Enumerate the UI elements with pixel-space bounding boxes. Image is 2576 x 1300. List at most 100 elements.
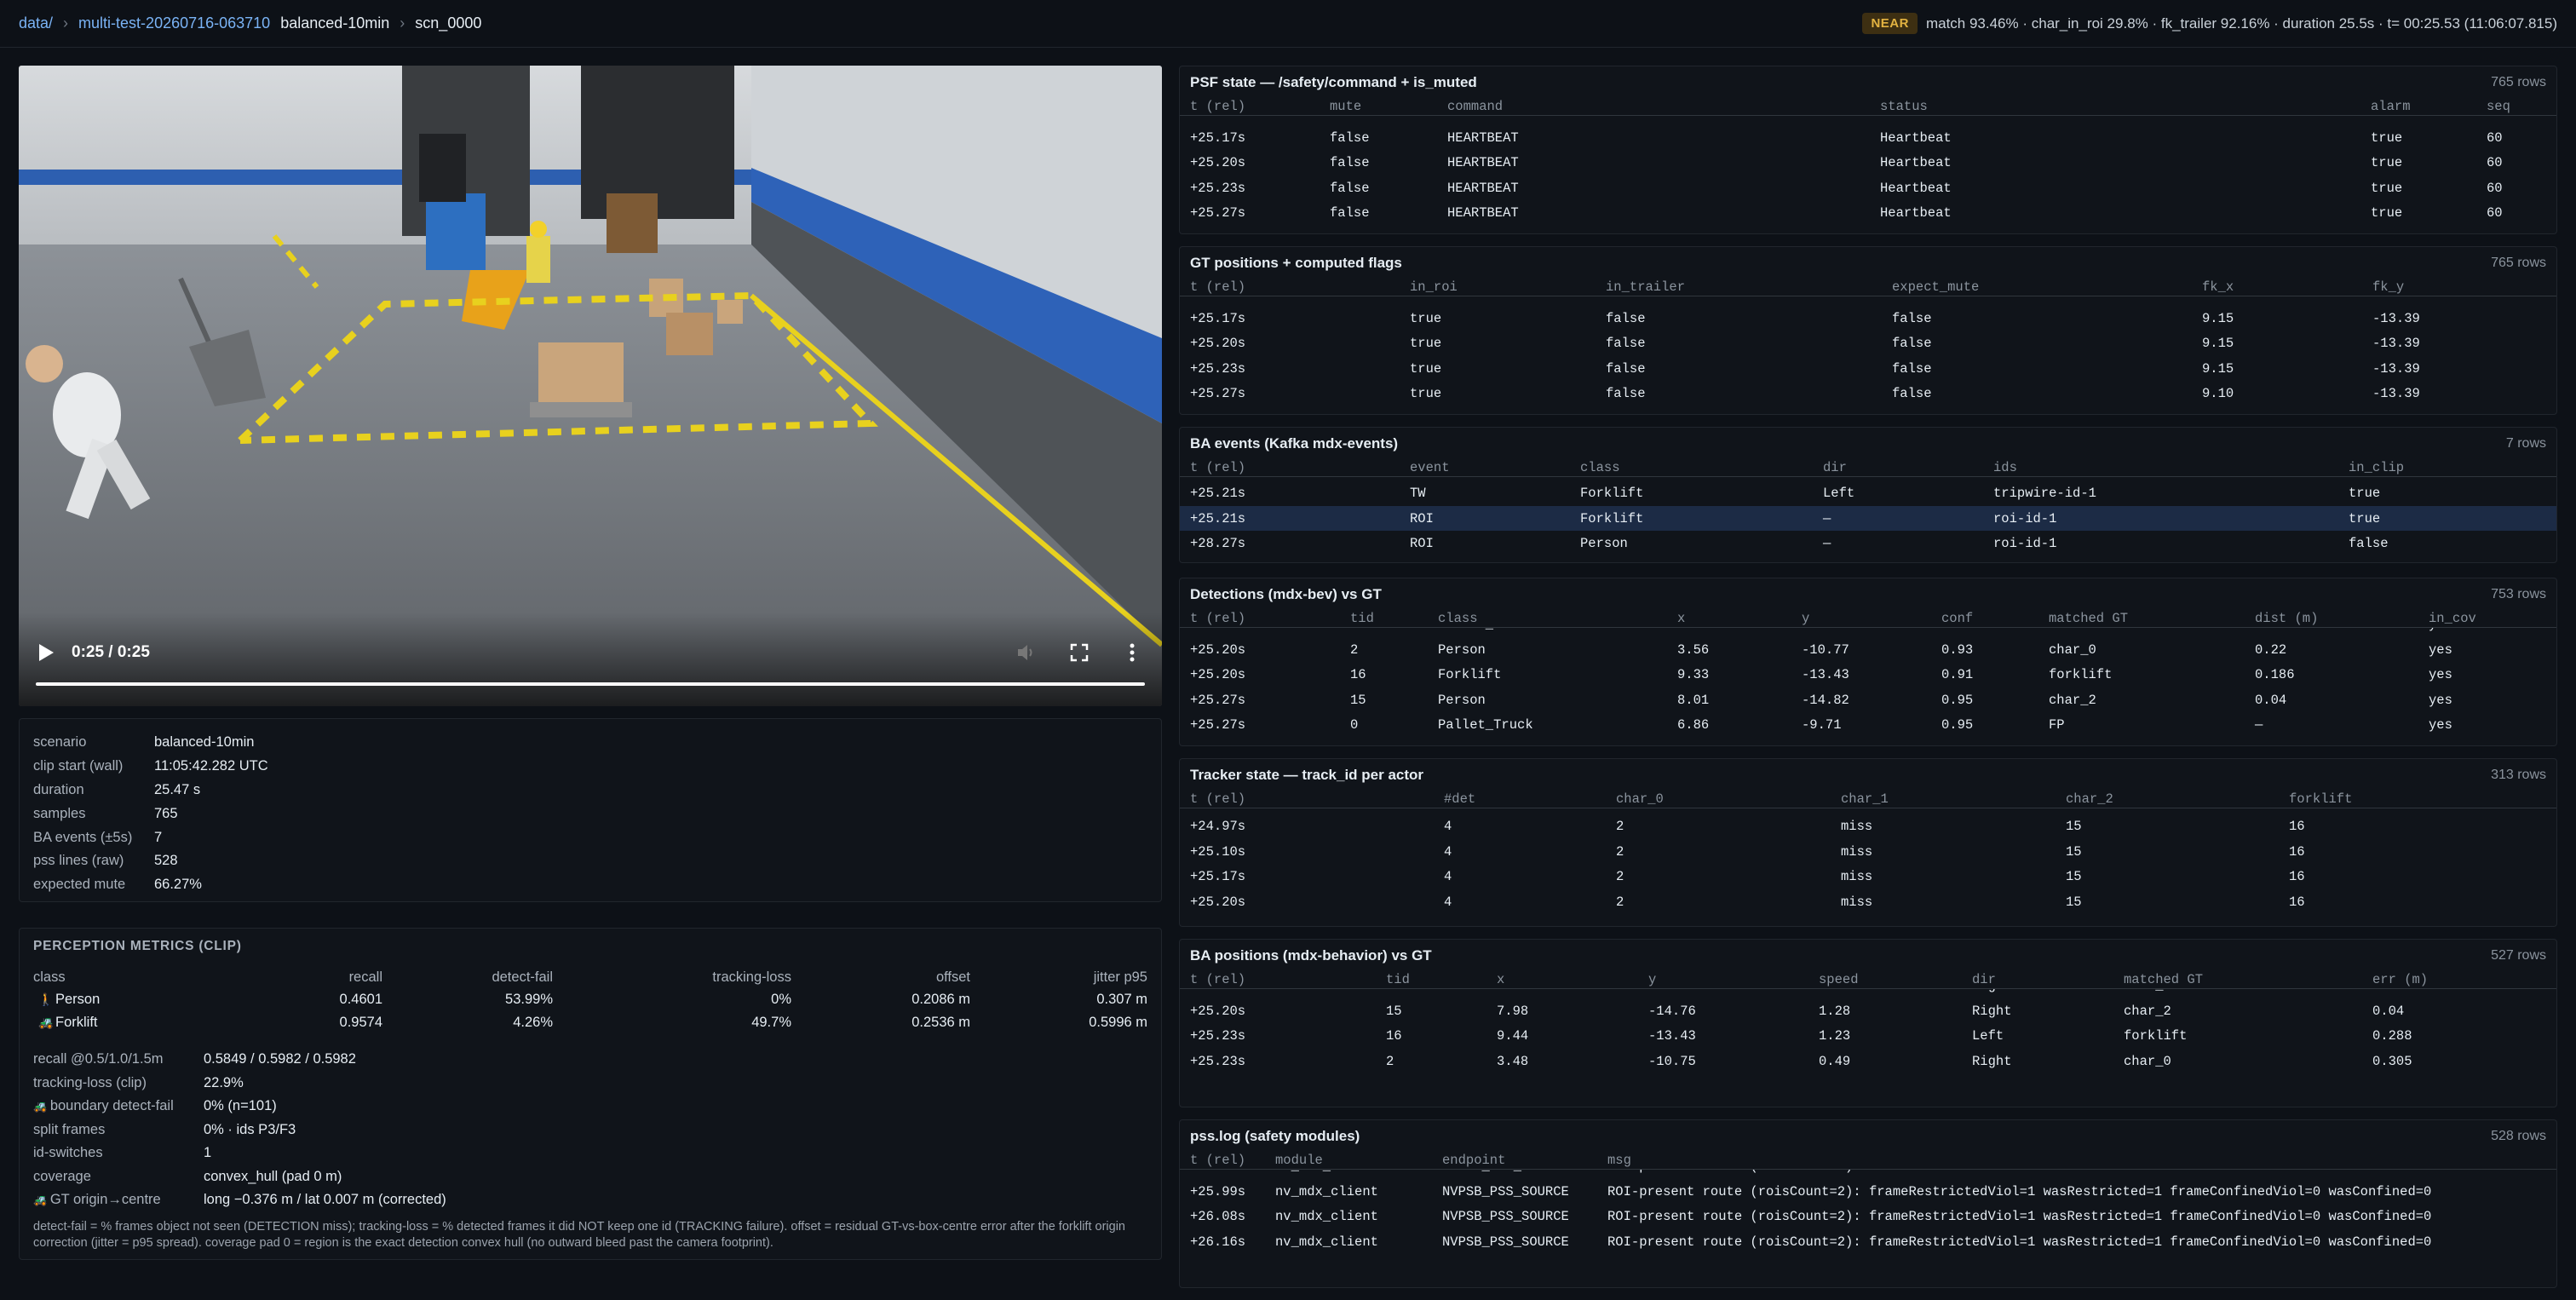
panel-det: Detections (mdx-bev) vs GT 753 rows t (rel… xyxy=(1179,578,2557,746)
table-row[interactable]: +25.17s false HEARTBEAT Heartbeat true 60 xyxy=(1180,125,2556,151)
fullscreen-icon[interactable] xyxy=(1068,641,1090,664)
table-cell: false xyxy=(1606,360,1646,377)
volume-icon[interactable] xyxy=(1015,641,1038,664)
perception-metric-key: coverage xyxy=(33,1165,204,1189)
table-cell: 60 xyxy=(2487,180,2503,196)
column-header: endpoint xyxy=(1442,1153,1506,1168)
table-cell: char_0 xyxy=(2049,641,2096,658)
table-row[interactable]: +25.99s nv_mdx_client NVPSB_PSS_SOURCE ROI-… xyxy=(1180,1179,2556,1205)
row-count: 527 rows xyxy=(2491,948,2546,963)
breadcrumb-separator: › xyxy=(400,14,405,32)
table-row[interactable]: +25.27s 0 Pallet_Truck 6.86 -9.71 0.95 FP — yes xyxy=(1180,712,2556,738)
breadcrumb-run-link[interactable]: multi-test-20260716-063710 xyxy=(78,14,270,32)
table-cell: Person xyxy=(1580,536,1628,551)
table-row[interactable]: +25.20s 15 7.98 -14.76 1.28 Right char_2 0.04 xyxy=(1180,998,2556,1024)
table-row[interactable]: +26.16s nv_mdx_client NVPSB_PSS_SOURCE ROI-… xyxy=(1180,1229,2556,1255)
table-body[interactable]: +25.13sfalseHEARTBEATHeartbeattrue60+25.… xyxy=(1180,116,2556,233)
panel-title: Detections (mdx-bev) vs GT xyxy=(1190,586,1382,602)
table-cell: ROI-present route (roisCount=2): frameRe… xyxy=(1607,1183,2432,1199)
table-row[interactable]: +25.27s 15 Person 8.01 -14.82 0.95 char_2 0.04 y… xyxy=(1180,687,2556,713)
table-row[interactable]: +25.20s 4 2 miss 15 16 xyxy=(1180,889,2556,915)
table-cell: HEARTBEAT xyxy=(1447,116,1519,120)
column-header: char_1 xyxy=(1841,791,1889,807)
table-cell: -9.71 xyxy=(1802,717,1842,733)
table-row[interactable]: +25.13s true false false 9.20 -13.39 xyxy=(1180,296,2556,306)
table-row[interactable]: +25.17s 4 2 miss 15 16 xyxy=(1180,864,2556,889)
table-row[interactable]: +25.27s true false false 9.10 -13.39 xyxy=(1180,381,2556,406)
table-row[interactable]: +26.08s nv_mdx_client NVPSB_PSS_SOURCE ROI-… xyxy=(1180,1204,2556,1229)
table-cell: +25.20s xyxy=(1190,336,1246,351)
more-options-icon[interactable] xyxy=(1121,641,1143,664)
perception-metric-row: recall @0.5/1.0/1.5m 0.5849 / 0.5982 / 0.… xyxy=(33,1048,446,1072)
metadata-row: duration 25.47 s xyxy=(33,779,268,802)
table-cell: 3.56 xyxy=(1677,641,1710,658)
table-row[interactable]: +25.91s nv_mdx_client NVPSB_PSS_SOURCE ROI-… xyxy=(1180,1170,2556,1179)
table-cell: — xyxy=(2255,628,2263,632)
table-cell: 9.15 xyxy=(2202,360,2234,377)
table-cell: -9.71 xyxy=(1802,628,1842,632)
table-cell: 2 xyxy=(1616,894,1624,910)
table-cell: +25.20s xyxy=(1190,641,1246,658)
panel-title: Tracker state — track_id per actor xyxy=(1190,767,1424,783)
table-row[interactable]: +25.27s false HEARTBEAT Heartbeat true 60 xyxy=(1180,200,2556,226)
perception-class-label: Person xyxy=(55,992,101,1007)
table-row[interactable]: +25.20s 2 3.43 -10.73 0.48 Right char_0 0.356 xyxy=(1180,989,2556,998)
table-row[interactable]: +24.97s 4 2 miss 15 16 xyxy=(1180,814,2556,839)
perception-jitter-cell: 0.5996 m xyxy=(1089,1015,1147,1030)
table-row[interactable]: +25.23s true false false 9.15 -13.39 xyxy=(1180,356,2556,382)
panel-bapos: BA positions (mdx-behavior) vs GT 527 row… xyxy=(1179,939,2557,1107)
row-count: 528 rows xyxy=(2491,1129,2546,1143)
table-body[interactable]: +25.21s TW Forklift Left tripwire-id-1 true +2… xyxy=(1180,477,2556,562)
table-cell: 15 xyxy=(2066,894,2082,910)
table-row[interactable]: +25.20s 2 Person 3.56 -10.77 0.93 char_0 0.22 ye… xyxy=(1180,637,2556,663)
table-body[interactable]: +25.20s0Pallet_Truck6.86-9.710.95FP—yes+… xyxy=(1180,628,2556,745)
table-body[interactable]: +25.13s true false false 9.20 -13.39 +25.17s tr… xyxy=(1180,296,2556,414)
table-row[interactable]: +25.17s true false false 9.15 -13.39 xyxy=(1180,306,2556,331)
table-body[interactable]: +24.97s 4 2 miss 15 16 +25.10s 4 2 miss 15 16 +25.17… xyxy=(1180,808,2556,926)
breadcrumb-data-link[interactable]: data/ xyxy=(19,14,53,32)
table-cell: false xyxy=(1892,310,1932,326)
table-cell: 0.186 xyxy=(2255,667,2295,682)
table-cell: -10.73 xyxy=(1648,989,1696,993)
table-row[interactable]: +25.23s 16 9.44 -13.43 1.23 Left forklift 0.288 xyxy=(1180,1023,2556,1049)
play-icon[interactable] xyxy=(37,643,55,662)
video-progress-bar[interactable] xyxy=(36,682,1145,686)
table-cell: false xyxy=(1330,116,1370,120)
table-body[interactable]: +25.20s23.43-10.730.48Rightchar_00.356+2… xyxy=(1180,989,2556,1107)
table-cell: NVPSB_PSS_SOURCE xyxy=(1442,1170,1569,1174)
table-cell: false xyxy=(1330,205,1370,221)
table-row[interactable]: +25.23s false HEARTBEAT Heartbeat true 60 xyxy=(1180,175,2556,201)
table-row[interactable]: +28.27s ROI Person — roi-id-1 false xyxy=(1180,531,2556,556)
video-player[interactable]: 0:25 / 0:25 xyxy=(19,66,1162,706)
table-row[interactable]: +25.21s TW Forklift Left tripwire-id-1 true xyxy=(1180,480,2556,506)
table-row[interactable]: +25.13s false HEARTBEAT Heartbeat true 60 xyxy=(1180,116,2556,125)
table-row[interactable]: +25.20s false HEARTBEAT Heartbeat true 60 xyxy=(1180,150,2556,175)
panel-title: BA events (Kafka mdx-events) xyxy=(1190,435,1399,452)
table-cell: 15 xyxy=(2066,819,2082,834)
table-body[interactable]: +25.91s nv_mdx_client NVPSB_PSS_SOURCE ROI-… xyxy=(1180,1170,2556,1287)
table-cell: false xyxy=(1606,310,1646,326)
table-cell: false xyxy=(1892,296,1932,301)
metadata-row: BA events (±5s) 7 xyxy=(33,825,268,849)
table-row[interactable]: +25.21s ROI Forklift — roi-id-1 true xyxy=(1180,505,2556,531)
table-cell: false xyxy=(1892,336,1932,351)
table-cell: +25.20s xyxy=(1190,628,1245,632)
table-cell: +25.99s xyxy=(1190,1183,1246,1199)
table-cell: Heartbeat xyxy=(1880,205,1952,221)
perception-summary: recall @0.5/1.0/1.5m 0.5849 / 0.5982 / 0.… xyxy=(33,1048,446,1212)
table-cell: ROI xyxy=(1410,536,1434,551)
perception-table: class recall detect-fail tracking-loss offse… xyxy=(33,966,1147,1034)
table-row[interactable]: +25.20s true false false 9.15 -13.39 xyxy=(1180,331,2556,356)
column-header: t (rel) xyxy=(1190,279,1246,295)
table-row[interactable]: +25.20s 16 Forklift 9.33 -13.43 0.91 forklift 0… xyxy=(1180,662,2556,687)
table-cell: 9.20 xyxy=(2202,296,2234,301)
table-row[interactable]: +25.10s 4 2 miss 15 16 xyxy=(1180,839,2556,865)
table-cell: yes xyxy=(2429,628,2452,632)
column-header: t (rel) xyxy=(1190,972,1246,987)
table-row[interactable]: +25.23s 2 3.48 -10.75 0.49 Right char_0 0.305 xyxy=(1180,1049,2556,1074)
perception-metric-label: boundary detect-fail xyxy=(49,1098,174,1114)
table-row[interactable]: +25.20s 0 Pallet_Truck 6.86 -9.71 0.95 FP — yes xyxy=(1180,628,2556,637)
table-cell: yes xyxy=(2429,641,2452,658)
video-frame xyxy=(19,66,1162,706)
perception-offset-cell: 0.2086 m xyxy=(911,992,970,1007)
